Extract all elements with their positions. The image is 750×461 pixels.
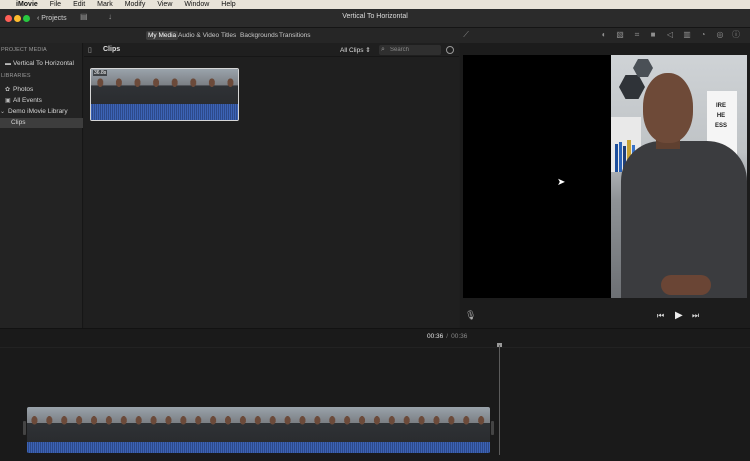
menu-app-imovie[interactable]: iMovie [16, 0, 38, 9]
microphone-icon[interactable]: 🎙 [465, 310, 476, 321]
sidebar-item-photos[interactable]: ✿ Photos [5, 85, 83, 95]
playhead-line[interactable] [499, 345, 500, 455]
timeline-ruler[interactable] [0, 343, 750, 348]
color-balance-icon[interactable]: ◐ [599, 30, 609, 40]
browser-header: ▯ Clips All Clips ⇕ ⌕ [84, 43, 459, 57]
menu-mark[interactable]: Mark [97, 0, 113, 9]
events-icon: ▣ [5, 98, 11, 104]
project-media-header: PROJECT MEDIA [1, 47, 47, 53]
menu-edit[interactable]: Edit [73, 0, 85, 9]
menu-bar: iMovie File Edit Mark Modify View Window… [0, 0, 750, 9]
info-icon[interactable]: ⓘ [731, 30, 741, 40]
clip-filmstrip [27, 407, 490, 442]
search-icon: ⌕ [381, 46, 385, 53]
clip-thumbnail[interactable]: 36.8s [90, 68, 239, 121]
tab-transitions[interactable]: Transitions [277, 31, 313, 40]
sidebar-toggle-icon[interactable]: ▯ [88, 46, 92, 54]
magic-wand-icon[interactable]: ⟋ [461, 30, 471, 40]
volume-icon[interactable]: ◁ [665, 30, 675, 40]
tab-backgrounds[interactable]: Backgrounds [238, 31, 280, 40]
time-separator: / [446, 333, 449, 340]
noise-reduction-icon[interactable]: ▥ [682, 30, 692, 40]
browser-toolbar: My Media Audio & Video Titles Background… [0, 28, 750, 43]
menu-view[interactable]: View [157, 0, 172, 9]
skip-forward-icon[interactable]: ⏭ [692, 311, 699, 321]
window-title: Vertical To Horizontal [342, 13, 408, 20]
sidebar-item-label: All Events [13, 97, 42, 104]
title-bar: ‹ Projects ▤ ↓ Vertical To Horizontal [0, 9, 750, 28]
play-icon[interactable]: ▶ [675, 310, 683, 321]
clip-filter-dropdown[interactable]: All Clips ⇕ [340, 46, 371, 54]
person-head [643, 73, 693, 143]
video-viewer: ➤ IRE HE ESS 🎙 ⏮ ▶ ⏭ [460, 43, 750, 328]
decor-hexagon [633, 59, 653, 77]
libraries-header: LIBRARIES [1, 73, 31, 79]
search-box[interactable]: ⌕ [379, 45, 441, 55]
speed-icon[interactable]: ◔ [698, 30, 708, 40]
audio-waveform [91, 104, 238, 120]
sidebar-item-label: Demo iMovie Library [8, 108, 68, 115]
book-cover-text: IRE HE ESS [714, 103, 727, 129]
audio-waveform [27, 442, 490, 453]
film-icon: ▬ [5, 61, 11, 67]
browser-settings-icon[interactable] [446, 46, 454, 54]
clip-filmstrip [91, 69, 238, 105]
libraries-sidebar: PROJECT MEDIA ▬ Vertical To Horizontal LI… [0, 43, 83, 328]
timeline-clip[interactable] [27, 407, 490, 453]
total-time: 00:36 [451, 333, 468, 340]
crop-icon[interactable]: ⌗ [632, 30, 642, 40]
updown-chevron-icon: ⇕ [365, 47, 371, 54]
sidebar-item-project[interactable]: ▬ Vertical To Horizontal [5, 59, 83, 69]
sidebar-item-label: Photos [13, 86, 34, 93]
skip-back-icon[interactable]: ⏮ [657, 311, 664, 321]
menu-window[interactable]: Window [184, 0, 209, 9]
menu-help[interactable]: Help [221, 0, 235, 9]
sidebar-item-library[interactable]: ⌄ Demo iMovie Library [0, 107, 78, 117]
tab-my-media[interactable]: My Media [146, 31, 179, 40]
sidebar-item-clips[interactable]: Clips [0, 118, 83, 128]
sidebar-item-label: Vertical To Horizontal [13, 60, 74, 67]
tab-titles[interactable]: Titles [219, 31, 238, 40]
track-trim-handle-right[interactable] [491, 421, 494, 435]
disclosure-triangle-icon: ⌄ [0, 109, 6, 115]
current-time: 00:36 [427, 333, 444, 340]
tab-audio-video[interactable]: Audio & Video [176, 31, 221, 40]
track-trim-handle-left[interactable] [23, 421, 26, 435]
sidebar-item-label: Clips [11, 119, 26, 126]
sidebar-item-all-events[interactable]: ▣ All Events [5, 96, 83, 106]
timecode-display: 00:36/00:36 [427, 333, 467, 340]
decor-hexagon [619, 75, 645, 99]
camera-stabilization-icon[interactable]: ■ [648, 30, 658, 40]
menu-modify[interactable]: Modify [125, 0, 146, 9]
media-browser: ▯ Clips All Clips ⇕ ⌕ 36.8s [84, 43, 459, 328]
photos-icon: ✿ [5, 87, 11, 93]
timeline: 00:36/00:36 [0, 328, 750, 461]
menu-file[interactable]: File [50, 0, 61, 9]
playback-controls: 🎙 ⏮ ▶ ⏭ [460, 301, 750, 328]
clip-filter-label: All Clips [340, 47, 364, 54]
search-input[interactable] [390, 45, 438, 55]
filter-icon[interactable]: ◎ [715, 30, 725, 40]
mouse-cursor-icon: ➤ [557, 177, 566, 188]
clip-duration-badge: 36.8s [93, 70, 108, 76]
person-hands [661, 275, 711, 295]
viewer-letterbox: ➤ [463, 55, 611, 298]
browser-title: Clips [103, 46, 121, 53]
viewer-video-frame: IRE HE ESS [611, 55, 747, 298]
color-correction-icon[interactable]: ▧ [615, 30, 625, 40]
